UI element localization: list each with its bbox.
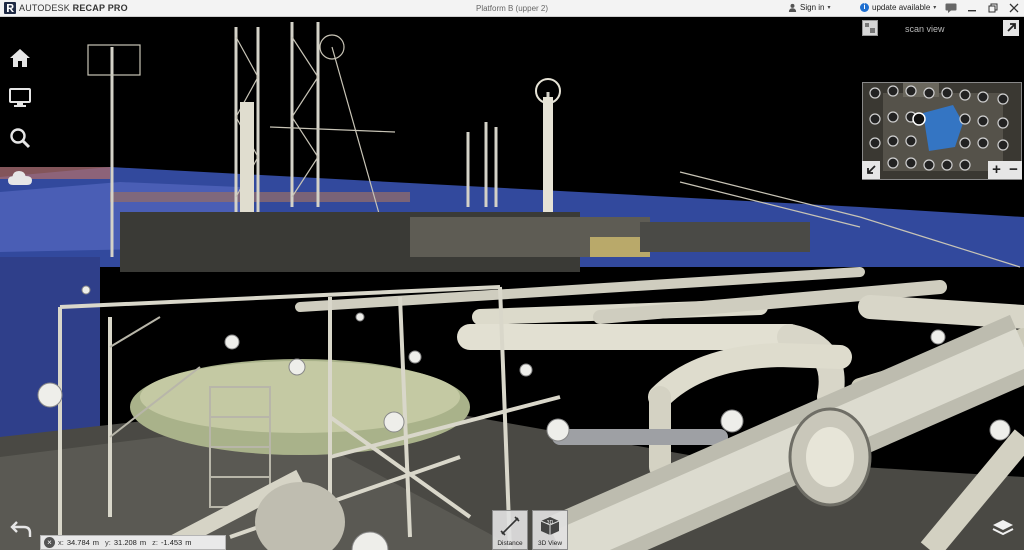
minimap-zoom-controls: + − (988, 161, 1022, 179)
coordinates-readout: × x: 34.784 m y: 31.208 m z: -1.453 m (40, 535, 226, 550)
coord-x-value: 34.784 (66, 538, 90, 547)
back-arrow-icon (10, 521, 32, 537)
minimize-icon (968, 10, 976, 12)
search-button[interactable] (6, 125, 34, 151)
layers-icon (992, 520, 1014, 536)
coord-z-unit: m (185, 538, 192, 547)
close-coordinates-button[interactable]: × (44, 537, 55, 548)
collapse-minimap-button[interactable] (862, 161, 880, 179)
3d-view-button[interactable]: 3D 3D View (532, 510, 568, 550)
update-label: update available (872, 3, 931, 12)
distance-icon (499, 515, 521, 537)
cube-3d-icon: 3D (539, 515, 561, 537)
close-icon (1009, 3, 1019, 13)
display-icon (9, 88, 31, 107)
minimap-reference-button[interactable] (862, 20, 878, 36)
home-button[interactable] (6, 45, 34, 71)
coord-z-label: z: (152, 538, 158, 547)
coord-y-unit: m (139, 538, 147, 547)
chat-icon (945, 3, 957, 13)
coord-z: z: -1.453 m (152, 538, 191, 547)
restore-button[interactable] (987, 2, 999, 14)
reference-image-icon (865, 23, 875, 33)
window-controls (945, 2, 1020, 14)
cloud-icon (8, 171, 32, 185)
chevron-down-icon: ▾ (933, 5, 937, 11)
layers-button[interactable] (990, 516, 1016, 540)
expand-minimap-button[interactable] (1003, 20, 1019, 36)
title-bar: AUTODESK RECAP PRO Platform B (upper 2) … (0, 0, 1024, 17)
search-icon (10, 128, 31, 149)
update-available-button[interactable]: i update available ▾ (860, 3, 936, 12)
display-settings-button[interactable] (6, 85, 34, 111)
minimap-label: scan view (905, 24, 945, 34)
home-icon (10, 49, 30, 67)
user-icon (788, 3, 797, 12)
coord-x-unit: m (92, 538, 100, 547)
restore-icon (988, 3, 998, 13)
cube-3d-text: 3D (547, 520, 554, 526)
expand-arrow-icon (1007, 23, 1016, 32)
zoom-in-button[interactable]: + (992, 161, 1001, 179)
chevron-down-icon: ▾ (827, 5, 831, 11)
chat-button[interactable] (945, 2, 957, 14)
coord-x: x: 34.784 m (58, 538, 99, 547)
distance-tool-button[interactable]: Distance (492, 510, 528, 550)
coord-y-label: y: (105, 538, 111, 547)
coord-z-value: -1.453 (160, 538, 183, 547)
sign-in-button[interactable]: Sign in ▾ (788, 3, 830, 12)
left-navigation (6, 45, 34, 191)
zoom-out-button[interactable]: − (1009, 161, 1018, 179)
distance-label: Distance (497, 540, 523, 547)
sign-in-label: Sign in (800, 3, 825, 12)
info-icon: i (860, 3, 869, 12)
coord-y: y: 31.208 m (105, 538, 146, 547)
coord-y-value: 31.208 (113, 538, 137, 547)
minimize-button[interactable] (966, 2, 978, 14)
back-button[interactable] (8, 518, 34, 540)
close-button[interactable] (1008, 2, 1020, 14)
3d-view-label: 3D View (537, 540, 563, 547)
coord-x-label: x: (58, 538, 64, 547)
collapse-arrow-icon (867, 165, 876, 174)
cloud-button[interactable] (6, 165, 34, 191)
